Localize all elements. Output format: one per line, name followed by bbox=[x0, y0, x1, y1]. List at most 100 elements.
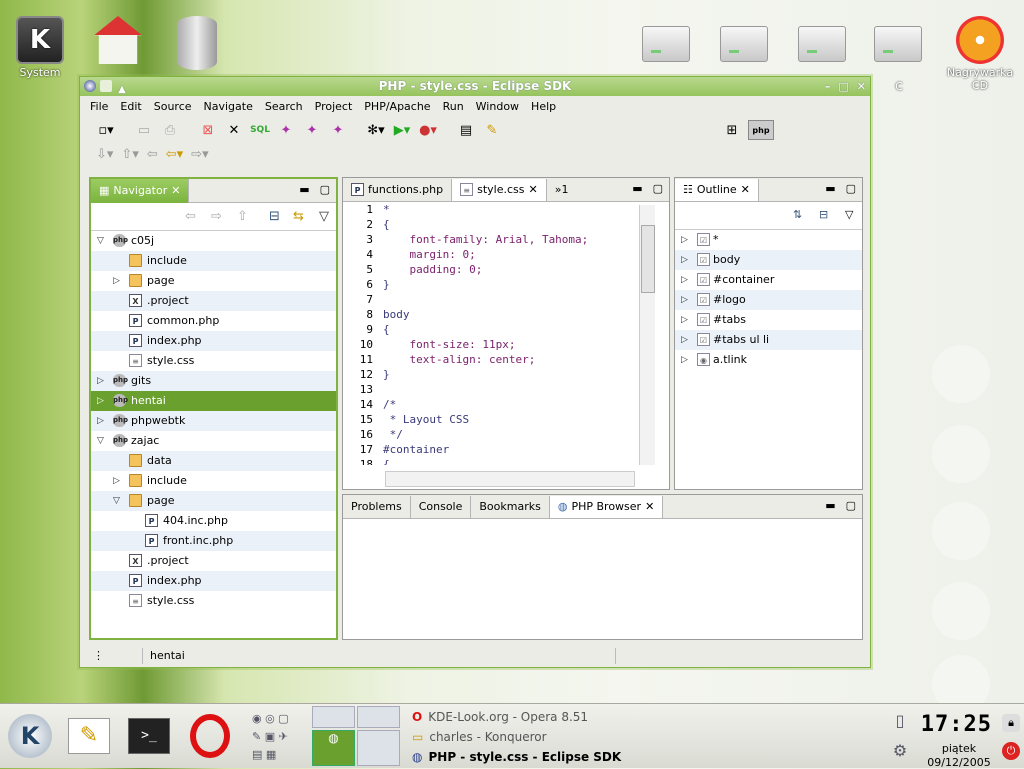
quick-launch-tray[interactable]: ◉ ◎ ▢ ✎ ▣ ✈ ▤ ▦ bbox=[252, 710, 302, 764]
minimize-icon[interactable]: ▬ bbox=[632, 182, 642, 195]
expand-open-icon[interactable]: ▽ bbox=[97, 231, 104, 251]
close-icon[interactable]: ✕ bbox=[857, 77, 866, 96]
outline-item[interactable]: ▷ ☑ * bbox=[675, 230, 862, 250]
tab-functions-php[interactable]: P functions.php bbox=[343, 178, 453, 201]
sort-icon[interactable]: ⇅ bbox=[793, 208, 802, 221]
eclipse-icon[interactable] bbox=[84, 80, 96, 92]
menu-file[interactable]: File bbox=[90, 100, 108, 113]
drive-icon-c[interactable] bbox=[870, 18, 926, 66]
menu-php-apache[interactable]: PHP/Apache bbox=[364, 100, 430, 113]
code-line[interactable]: body bbox=[383, 308, 410, 321]
tree-item[interactable]: ▽ php c05j bbox=[91, 231, 336, 251]
code-line[interactable]: text-align: center; bbox=[383, 353, 535, 366]
code-line[interactable]: { bbox=[383, 218, 390, 231]
minimize-icon[interactable]: ▬ bbox=[299, 183, 309, 196]
tab-navigator[interactable]: ▦ Navigator ✕ bbox=[91, 178, 190, 203]
expand-closed-icon[interactable]: ▷ bbox=[97, 391, 104, 411]
code-line[interactable]: } bbox=[383, 368, 390, 381]
tab-problems[interactable]: Problems bbox=[343, 495, 411, 518]
code-line[interactable]: margin: 0; bbox=[383, 248, 475, 261]
tree-item[interactable]: ≡ style.css bbox=[91, 591, 336, 611]
code-line[interactable]: */ bbox=[383, 428, 403, 441]
sticky-icon[interactable] bbox=[100, 80, 112, 92]
code-line[interactable]: { bbox=[383, 323, 390, 336]
close-icon[interactable]: ✕ bbox=[741, 179, 750, 201]
apache-start-icon[interactable]: ⊠ bbox=[198, 120, 218, 140]
back-icon[interactable]: ⇦ bbox=[185, 209, 196, 224]
maximize-icon[interactable]: ▢ bbox=[846, 499, 856, 512]
view-menu-icon[interactable]: ▽ bbox=[319, 209, 329, 224]
tree-item[interactable]: include bbox=[91, 251, 336, 271]
menu-source[interactable]: Source bbox=[154, 100, 192, 113]
external-tools-icon[interactable]: ●▾ bbox=[418, 120, 438, 140]
close-icon[interactable]: ✕ bbox=[171, 180, 180, 202]
code-line[interactable]: * Layout CSS bbox=[383, 413, 469, 426]
tab-outline[interactable]: ☷ Outline ✕ bbox=[675, 178, 759, 201]
expand-closed-icon[interactable]: ▷ bbox=[681, 290, 688, 310]
expand-closed-icon[interactable]: ▷ bbox=[681, 310, 688, 330]
sql-icon[interactable]: SQL bbox=[250, 120, 270, 140]
php-perspective-icon[interactable]: php bbox=[748, 120, 774, 140]
clock-time[interactable]: 17:25 bbox=[921, 712, 992, 737]
prev-annotation-icon[interactable]: ⇧▾ bbox=[121, 147, 138, 162]
tab-php-browser[interactable]: ◍ PHP Browser ✕ bbox=[549, 495, 664, 518]
menu-project[interactable]: Project bbox=[315, 100, 353, 113]
tree-item[interactable]: Pindex.php bbox=[91, 331, 336, 351]
tree-item[interactable]: X .project bbox=[91, 551, 336, 571]
tree-item[interactable]: Pcommon.php bbox=[91, 311, 336, 331]
expand-closed-icon[interactable]: ▷ bbox=[113, 471, 120, 491]
menu-window[interactable]: Window bbox=[476, 100, 519, 113]
expand-closed-icon[interactable]: ▷ bbox=[681, 250, 688, 270]
php-profile-icon[interactable]: ✦ bbox=[328, 120, 348, 140]
tree-item[interactable]: X .project bbox=[91, 291, 336, 311]
view-menu-icon[interactable]: ▽ bbox=[845, 208, 853, 221]
open-task-icon[interactable]: ▤ bbox=[456, 120, 476, 140]
minimize-icon[interactable]: ▬ bbox=[825, 182, 835, 195]
code-line[interactable]: padding: 0; bbox=[383, 263, 482, 276]
tab-style-css[interactable]: ≡ style.css ✕ bbox=[452, 178, 547, 201]
expand-closed-icon[interactable]: ▷ bbox=[681, 270, 688, 290]
last-edit-icon[interactable]: ⇦ bbox=[147, 147, 158, 162]
expand-closed-icon[interactable]: ▷ bbox=[681, 230, 688, 250]
tree-item[interactable]: Pindex.php bbox=[91, 571, 336, 591]
tree-item[interactable]: ≡ style.css bbox=[91, 351, 336, 371]
desktop-pager[interactable]: ◍ bbox=[312, 706, 400, 766]
code-line[interactable]: } bbox=[383, 278, 390, 291]
back-icon[interactable]: ⇦▾ bbox=[166, 147, 183, 162]
minimize-icon[interactable]: ▬ bbox=[825, 499, 835, 512]
scroll-thumb[interactable] bbox=[641, 225, 655, 293]
maximize-icon[interactable]: ▢ bbox=[320, 183, 330, 196]
maximize-icon[interactable]: □ bbox=[838, 77, 848, 96]
task-konqueror[interactable]: ▭ charles - Konqueror bbox=[412, 727, 547, 747]
outline-item[interactable]: ▷ ☑ #tabs bbox=[675, 310, 862, 330]
open-perspective-icon[interactable]: ⊞ bbox=[722, 120, 742, 140]
tree-item[interactable]: ▷ page bbox=[91, 271, 336, 291]
next-annotation-icon[interactable]: ⇩▾ bbox=[96, 147, 113, 162]
link-editor-icon[interactable]: ⇆ bbox=[293, 209, 304, 224]
drive-icon-1[interactable] bbox=[638, 18, 694, 66]
menu-run[interactable]: Run bbox=[443, 100, 464, 113]
maximize-icon[interactable]: ▢ bbox=[846, 182, 856, 195]
up-icon[interactable]: ⇧ bbox=[237, 209, 248, 224]
php-debug-icon[interactable]: ✦ bbox=[302, 120, 322, 140]
menu-search[interactable]: Search bbox=[265, 100, 303, 113]
desktop-icon-cd-burner[interactable]: Nagrywarka CD bbox=[940, 16, 1020, 92]
menu-help[interactable]: Help bbox=[531, 100, 556, 113]
run-icon[interactable]: ▶▾ bbox=[392, 120, 412, 140]
collapse-all-icon[interactable]: ⊟ bbox=[819, 208, 828, 221]
forward-icon[interactable]: ⇨ bbox=[211, 209, 222, 224]
horizontal-scrollbar[interactable] bbox=[385, 471, 635, 487]
expand-open-icon[interactable]: ▽ bbox=[97, 431, 104, 451]
expand-closed-icon[interactable]: ▷ bbox=[97, 411, 104, 431]
close-icon[interactable]: ✕ bbox=[529, 179, 538, 201]
expand-closed-icon[interactable]: ▷ bbox=[97, 371, 104, 391]
tree-item[interactable]: ▷ php gits bbox=[91, 371, 336, 391]
forward-icon[interactable]: ⇨▾ bbox=[191, 147, 208, 162]
tree-item[interactable]: ▽ php zajac bbox=[91, 431, 336, 451]
desktop-icon-home[interactable] bbox=[83, 16, 153, 66]
outline-item[interactable]: ▷ ☑ body bbox=[675, 250, 862, 270]
minimize-icon[interactable]: – bbox=[825, 77, 831, 96]
task-eclipse[interactable]: ◍ PHP - style.css - Eclipse SDK bbox=[412, 747, 621, 767]
outline-item[interactable]: ▷ ◉ a.tlink bbox=[675, 350, 862, 370]
tab-bookmarks[interactable]: Bookmarks bbox=[471, 495, 550, 518]
